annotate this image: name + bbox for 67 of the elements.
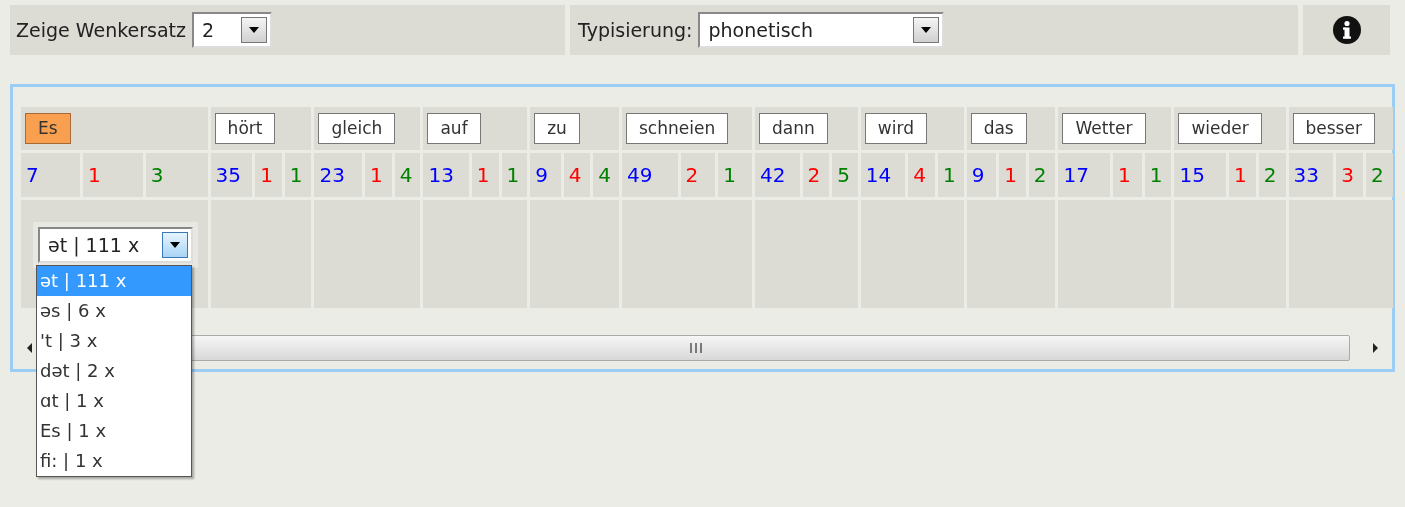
variant-dropdown[interactable]: ət | 111 x — [38, 227, 193, 263]
word-button[interactable]: wird — [864, 112, 927, 145]
dropdown-option[interactable]: 't | 3 x — [37, 326, 191, 356]
count-value: 2 — [1263, 163, 1277, 187]
word-button[interactable]: das — [970, 112, 1027, 145]
word-button[interactable]: dann — [759, 112, 828, 145]
dropdown-option[interactable]: Es | 1 x — [37, 416, 191, 446]
count-value: 1 — [1233, 163, 1247, 187]
count-value: 4 — [598, 163, 612, 187]
info-icon[interactable] — [1331, 15, 1362, 45]
word-button[interactable]: gleich — [318, 112, 396, 145]
count-value: 1 — [87, 163, 101, 187]
sentence-label: Zeige Wenkersatz — [16, 17, 186, 43]
typing-label: Typisierung: — [578, 17, 693, 43]
dropdown-option[interactable]: dət | 2 x — [37, 356, 191, 386]
word-button[interactable]: besser — [1292, 112, 1375, 145]
count-value: 2 — [1371, 163, 1384, 187]
count-value: 2 — [1033, 163, 1047, 187]
count-value: 17 — [1063, 163, 1089, 187]
count-value: 9 — [535, 163, 548, 187]
count-value: 1 — [1004, 163, 1017, 187]
count-value: 14 — [865, 163, 892, 187]
word-button[interactable]: auf — [427, 112, 481, 145]
sentence-dropdown[interactable]: 2 — [192, 12, 272, 48]
count-value: 1 — [1149, 163, 1163, 187]
word-button[interactable]: Es — [25, 112, 71, 145]
dropdown-arrow-button[interactable] — [241, 17, 267, 43]
count-value: 4 — [913, 163, 927, 187]
word-button[interactable]: hört — [214, 112, 276, 145]
count-value: 2 — [807, 163, 821, 187]
count-value: 1 — [260, 163, 273, 187]
count-value: 1 — [476, 163, 490, 187]
count-value: 4 — [568, 163, 582, 187]
word-button[interactable]: schneien — [626, 112, 729, 145]
dropdown-option[interactable]: əs | 6 x — [37, 296, 191, 326]
count-value: 1 — [506, 163, 520, 187]
count-value: 13 — [428, 163, 454, 187]
count-value: 49 — [627, 163, 653, 187]
count-value: 1 — [369, 163, 383, 187]
count-value: 15 — [1179, 163, 1205, 187]
caret-icon — [169, 241, 181, 249]
count-value: 9 — [971, 163, 985, 187]
word-button[interactable]: zu — [534, 112, 580, 145]
count-value: 23 — [319, 163, 345, 187]
count-value: 4 — [399, 163, 413, 187]
caret-icon — [920, 26, 933, 34]
count-value: 1 — [1117, 163, 1131, 187]
dropdown-option[interactable]: fi: | 1 x — [37, 446, 191, 476]
count-value: 5 — [837, 163, 850, 187]
grip-icon — [688, 343, 703, 353]
count-value: 3 — [150, 163, 164, 187]
word-button[interactable]: wieder — [1178, 112, 1262, 145]
dropdown-arrow-button[interactable] — [162, 232, 188, 258]
count-value: 1 — [289, 163, 303, 187]
count-value: 7 — [26, 163, 39, 187]
count-value: 1 — [723, 163, 737, 187]
count-value: 33 — [1293, 163, 1319, 187]
count-value: 42 — [760, 163, 786, 187]
dropdown-arrow-button[interactable] — [913, 17, 940, 43]
count-value: 2 — [685, 163, 699, 187]
caret-icon — [248, 26, 260, 34]
count-value: 1 — [942, 163, 956, 187]
count-value: 3 — [1341, 163, 1354, 187]
count-value: 35 — [215, 163, 242, 187]
typing-dropdown[interactable]: phonetisch — [698, 12, 945, 48]
word-button[interactable]: Wetter — [1062, 112, 1146, 145]
dropdown-option[interactable]: ɑt | 1 x — [37, 386, 191, 416]
